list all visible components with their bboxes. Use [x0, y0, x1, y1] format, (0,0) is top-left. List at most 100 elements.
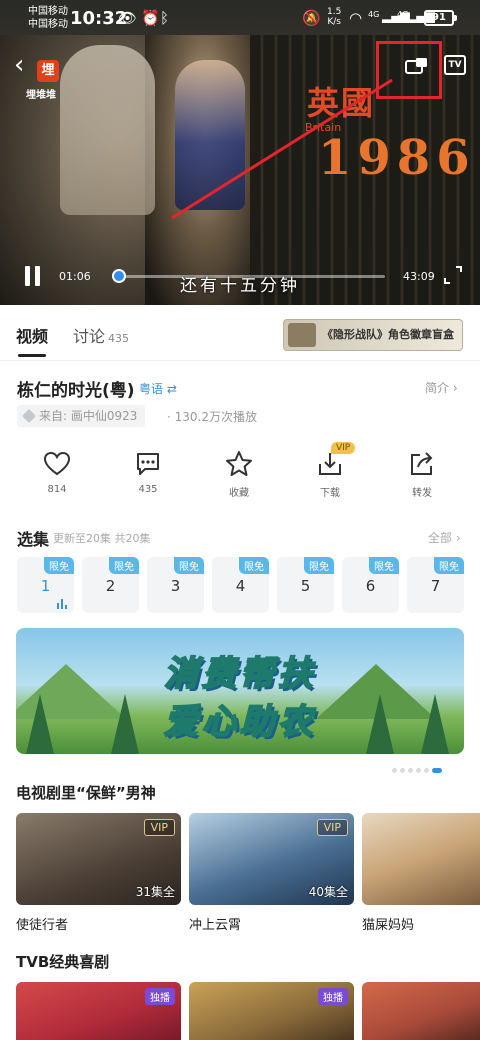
favorite-label: 收藏 — [229, 488, 249, 499]
action-bar: 814 435 收藏 VIP 下载 转发 — [0, 442, 480, 510]
download-icon — [319, 453, 341, 475]
video-overlay-country: 英國 — [307, 84, 376, 122]
show-card-title[interactable]: 猫屎妈妈 — [362, 914, 414, 933]
cast-tv-button[interactable]: TV — [444, 55, 466, 75]
promo-banner[interactable]: 《隐形战队》角色徽章盲盒 — [283, 319, 463, 351]
pip-button[interactable] — [404, 55, 430, 77]
promo-text: 《隐形战队》角色徽章盲盒 — [322, 328, 454, 341]
episode-number: 1 — [40, 577, 51, 595]
fullscreen-icon[interactable] — [444, 266, 462, 284]
episode-number: 6 — [365, 577, 376, 595]
tab-discussion-label: 讨论 — [73, 327, 106, 346]
free-tag: 限免 — [369, 557, 399, 574]
channel-logo: 埋 — [37, 60, 59, 82]
tag-icon — [21, 408, 37, 424]
episode-number: 7 — [430, 577, 441, 595]
episode-number: 4 — [235, 577, 246, 595]
free-tag: 限免 — [239, 557, 269, 574]
video-figure — [60, 45, 155, 215]
show-card[interactable]: 独播 — [16, 982, 181, 1040]
total-time: 43:09 — [403, 270, 435, 283]
vip-badge: VIP — [143, 819, 175, 836]
detail-tabs: 视频 讨论 435 《隐形战队》角色徽章盲盒 — [0, 305, 480, 361]
video-figure — [175, 60, 245, 210]
comment-button[interactable]: 435 — [113, 450, 183, 495]
show-card-title[interactable]: 冲上云霄 — [189, 914, 241, 933]
show-title: 栋仁的时光(粤) — [17, 381, 135, 401]
back-button[interactable]: ‹ — [14, 52, 36, 78]
source-text: 来自: 画中仙0923 — [39, 409, 138, 423]
share-label: 转发 — [412, 488, 432, 499]
source-tag[interactable]: 来自: 画中仙0923 — [17, 405, 146, 427]
wifi-icon: ◠ — [349, 9, 363, 27]
episode-item[interactable]: 限免 2 — [82, 557, 139, 613]
show-card[interactable] — [362, 982, 480, 1040]
episode-number: 5 — [300, 577, 311, 595]
playing-indicator-icon — [57, 599, 71, 609]
episodes-title: 选集 — [17, 530, 50, 549]
show-card[interactable]: 独播 — [189, 982, 354, 1040]
bluetooth-icon: ᛒ — [160, 9, 170, 27]
ad-headline-2: 爱心助农 — [163, 701, 316, 743]
share-button[interactable]: 转发 — [387, 450, 457, 499]
like-button[interactable]: 814 — [22, 450, 92, 495]
free-tag: 限免 — [304, 557, 334, 574]
net-speed-value: 1.5 — [327, 7, 342, 17]
vip-badge: VIP — [316, 819, 348, 836]
ad-banner[interactable]: 消费帮扶 爱心助农 — [16, 628, 464, 754]
video-overlay-year: 1986 — [318, 130, 476, 186]
exclusive-badge: 独播 — [145, 988, 175, 1005]
episode-item[interactable]: 限免 4 — [212, 557, 269, 613]
tab-discussion[interactable]: 讨论 435 — [73, 323, 129, 347]
episode-item[interactable]: 限免 6 — [342, 557, 399, 613]
tab-video[interactable]: 视频 — [16, 323, 48, 357]
star-icon — [226, 451, 252, 476]
like-count: 814 — [47, 484, 67, 495]
carrier-1: 中国移动 — [28, 6, 68, 17]
episode-item[interactable]: 限免 5 — [277, 557, 334, 613]
free-tag: 限免 — [174, 557, 204, 574]
alarm-icon: ⏰ — [141, 9, 160, 27]
intro-link[interactable]: 简介 › — [425, 379, 458, 396]
divider — [0, 360, 480, 361]
net-speed-unit: K/s — [327, 17, 341, 27]
comment-icon — [137, 453, 159, 475]
show-card[interactable]: VIP 31集全 — [16, 813, 181, 905]
carrier-2: 中国移动 — [28, 19, 68, 30]
episodes-subtitle: 更新至20集 共20集 — [53, 532, 151, 545]
ad-pagination — [392, 760, 445, 773]
play-count: · 130.2万次播放 — [167, 410, 257, 424]
battery: 91 — [424, 10, 457, 26]
section-title: TVB经典喜剧 — [16, 953, 110, 971]
show-card[interactable]: VIP 40集全 — [189, 813, 354, 905]
vip-badge: VIP — [331, 442, 356, 454]
free-tag: 限免 — [434, 557, 464, 574]
heart-icon — [43, 451, 71, 476]
comment-count: 435 — [138, 484, 158, 495]
channel-name: 埋堆堆 — [26, 90, 56, 101]
episode-item[interactable]: 限免 3 — [147, 557, 204, 613]
episodes-all-link[interactable]: 全部 › — [428, 529, 461, 546]
video-player[interactable]: 中国移动 中国移动 10:32 👁 ⏰ ᛒ 🔕 1.5 K/s ◠ 4G ▂▄▆… — [0, 0, 480, 305]
episode-count: 40集全 — [308, 885, 348, 899]
episode-item[interactable]: 限免 7 — [407, 557, 464, 613]
favorite-button[interactable]: 收藏 — [204, 450, 274, 499]
episode-count: 31集全 — [135, 885, 175, 899]
episode-list: 限免 1 限免 2 限免 3 限免 4 限免 5 限免 6 限免 7 — [17, 557, 480, 613]
episode-number: 3 — [170, 577, 181, 595]
show-card[interactable] — [362, 813, 480, 905]
free-tag: 限免 — [109, 557, 139, 574]
download-button[interactable]: VIP 下载 — [295, 442, 365, 499]
episode-item[interactable]: 限免 1 — [17, 557, 74, 613]
download-label: 下载 — [320, 488, 340, 499]
mute-icon: 🔕 — [302, 9, 321, 27]
language-switch[interactable]: 粤语 ⇄ — [139, 380, 177, 397]
discussion-count: 435 — [108, 332, 130, 345]
status-bar: 中国移动 中国移动 10:32 👁 ⏰ ᛒ 🔕 1.5 K/s ◠ 4G ▂▄▆… — [0, 0, 480, 36]
network-speed: 1.5 K/s — [327, 7, 341, 27]
show-card-title[interactable]: 使徒行者 — [16, 914, 68, 933]
section-title: 电视剧里“保鲜”男神 — [16, 784, 156, 802]
eye-icon: 👁 — [118, 9, 138, 27]
ad-headline-1: 消费帮扶 — [163, 653, 316, 695]
promo-image — [288, 323, 316, 347]
